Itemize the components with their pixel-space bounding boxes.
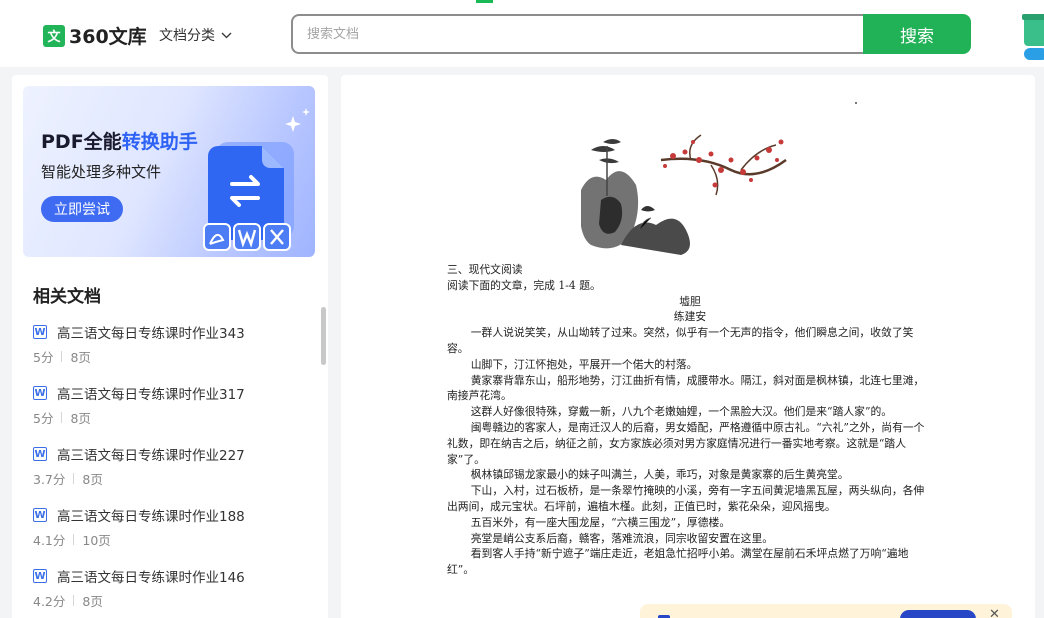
doc-name[interactable]: 高三语文每日专练课时作业188 xyxy=(57,505,245,525)
paragraph: 一群人说说笑笑，从山坳转了过来。突然，似乎有一个无声的指令，他们瞬息之间，收敛了… xyxy=(447,326,914,355)
site-logo[interactable]: 文 360文库 xyxy=(43,22,147,49)
meta-divider xyxy=(61,351,63,362)
list-item[interactable]: W 高三语文每日专练课时作业146 4.2分 8页 xyxy=(33,566,303,618)
search-input[interactable] xyxy=(291,14,871,54)
meta-divider xyxy=(73,595,75,606)
document-viewer[interactable]: 三、现代文阅读 阅读下面的文章，完成 1-4 题。 墟胆 练建安 一群人说说笑笑… xyxy=(341,75,1035,618)
paragraph: 亮堂是峭公支系后裔，赣客，落难流浪，同宗收留安置在这里。 xyxy=(470,531,774,545)
floating-promo-bar[interactable]: ✕ xyxy=(640,604,1012,618)
doc-name[interactable]: 高三语文每日专练课时作业146 xyxy=(57,566,245,586)
word-doc-icon: W xyxy=(33,325,47,339)
file-convert-icon xyxy=(203,108,310,251)
section-heading: 三、现代文阅读 xyxy=(447,263,523,276)
article-title: 墟胆 xyxy=(679,294,701,308)
promo-subtitle: 智能处理多种文件 xyxy=(41,163,162,181)
doc-pages: 10页 xyxy=(82,533,111,548)
word-doc-icon: W xyxy=(33,447,47,461)
top-header: 文 360文库 文档分类 搜索 xyxy=(0,0,1044,67)
related-docs-list: W 高三语文每日专练课时作业343 5分 8页 W 高三语文每日专练课时作业317 5… xyxy=(33,322,303,618)
doc-score: 4.1分 xyxy=(33,533,66,548)
paragraph: 闽粤赣边的客家人，是南迁汉人的后裔，男女婚配，严格遵循中原古礼。“六礼”之外，尚… xyxy=(447,420,925,466)
doc-score: 4.2分 xyxy=(33,594,66,609)
list-item[interactable]: W 高三语文每日专练课时作业227 3.7分 8页 xyxy=(33,444,303,505)
search-button[interactable]: 搜索 xyxy=(863,14,971,54)
promo-gift-icon[interactable] xyxy=(1018,8,1044,60)
try-now-button[interactable]: 立即尝试 xyxy=(41,196,123,222)
list-item[interactable]: W 高三语文每日专练课时作业343 5分 8页 xyxy=(33,322,303,383)
promo-title-prefix: PDF全能 xyxy=(41,131,122,153)
search-bar: 搜索 xyxy=(291,14,971,54)
doc-pages: 8页 xyxy=(70,411,91,426)
logo-badge-icon: 文 xyxy=(43,24,65,47)
promo-title: PDF全能转换助手 xyxy=(41,127,198,154)
paragraph: 山脚下，汀江怀抱处，平展开一个偌大的村落。 xyxy=(470,357,698,371)
chevron-down-icon xyxy=(221,32,232,38)
list-item[interactable]: W 高三语文每日专练课时作业188 4.1分 10页 xyxy=(33,505,303,566)
sidebar: PDF全能转换助手 智能处理多种文件 立即尝试 相关文档 W 高三语文每日专练课时… xyxy=(12,75,328,618)
meta-divider xyxy=(61,412,63,423)
doc-pages: 8页 xyxy=(82,472,103,487)
doc-category-dropdown[interactable]: 文档分类 xyxy=(159,25,232,45)
related-docs-title: 相关文档 xyxy=(33,287,101,307)
paragraph: 这群人好像很特殊，穿戴一新，八九个老嫩妯娌，一个黑脸大汉。他们是来“踏人家”的。 xyxy=(470,405,893,419)
close-icon[interactable]: ✕ xyxy=(989,607,1000,618)
doc-name[interactable]: 高三语文每日专练课时作业343 xyxy=(57,322,245,342)
doc-score: 3.7分 xyxy=(33,472,66,487)
meta-divider xyxy=(73,534,75,545)
paragraph: 枫林镇邱锡龙家最小的妹子叫满兰，人美，乖巧，对象是黄家寨的后生黄亮堂。 xyxy=(470,468,849,482)
list-item[interactable]: W 高三语文每日专练课时作业317 5分 8页 xyxy=(33,383,303,444)
doc-pages: 8页 xyxy=(82,594,103,609)
word-doc-icon: W xyxy=(33,569,47,583)
word-doc-icon: W xyxy=(33,386,47,400)
doc-pages: 8页 xyxy=(70,350,91,365)
logo-text: 360文库 xyxy=(69,26,147,48)
paragraph: 黄家寨背靠东山，船形地势，汀江曲折有情，成腰带水。隔江，斜对面是枫林镇，北连七里… xyxy=(447,373,925,403)
article-author: 练建安 xyxy=(673,310,707,324)
document-text: 三、现代文阅读 阅读下面的文章，完成 1-4 题。 墟胆 练建安 一群人说说笑笑… xyxy=(447,262,933,578)
ink-painting-illustration xyxy=(581,134,787,255)
promo-title-highlight: 转换助手 xyxy=(121,131,198,153)
doc-score: 5分 xyxy=(33,411,54,426)
meta-divider xyxy=(73,473,75,484)
paragraph: 下山，入村，过石板桥，是一条翠竹掩映的小溪，旁有一字五间黄泥墙黑瓦屋，两头纵向，… xyxy=(447,484,925,513)
instruction-line: 阅读下面的文章，完成 1-4 题。 xyxy=(447,278,601,292)
top-accent-mark xyxy=(476,0,493,3)
promo-bar-button[interactable] xyxy=(900,610,976,618)
doc-name[interactable]: 高三语文每日专练课时作业317 xyxy=(57,383,245,403)
doc-score: 5分 xyxy=(33,350,54,365)
page-speck xyxy=(855,102,857,104)
sidebar-scrollbar[interactable] xyxy=(321,307,326,365)
word-doc-icon: W xyxy=(33,508,47,522)
paragraph: 看到客人手持“新宁遮子”端庄走近，老姐急忙招呼小弟。满堂在屋前石禾坪点燃了万响“… xyxy=(447,547,909,577)
pdf-promo-banner[interactable]: PDF全能转换助手 智能处理多种文件 立即尝试 xyxy=(23,86,315,257)
paragraph: 五百米外，有一座大围龙屋，“六横三围龙”，厚德楼。 xyxy=(470,515,731,529)
doc-category-label: 文档分类 xyxy=(159,28,215,44)
doc-name[interactable]: 高三语文每日专练课时作业227 xyxy=(57,444,245,464)
